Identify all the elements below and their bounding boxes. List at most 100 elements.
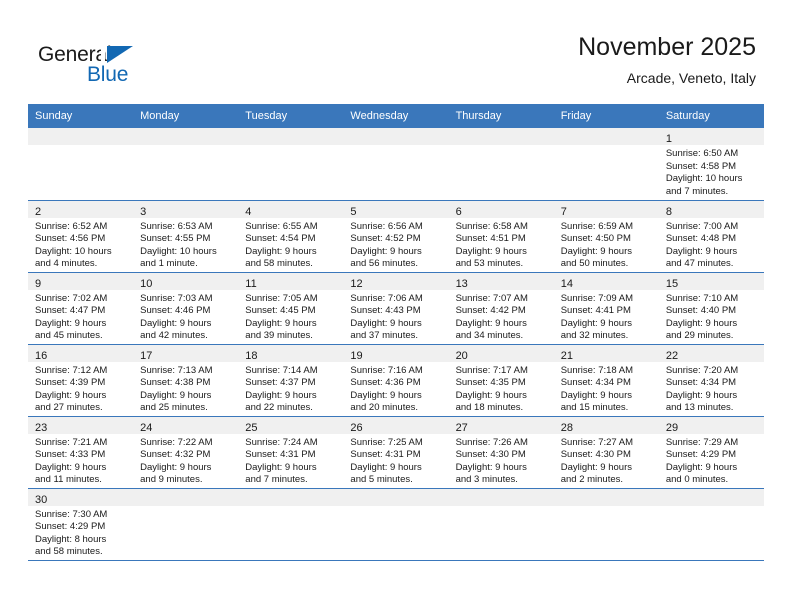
day-number-band [448,128,554,145]
sunrise-text: Sunrise: 6:59 AM [560,220,634,232]
calendar-day-cell[interactable]: 5 Sunrise: 6:56 AM Sunset: 4:52 PM Daylight… [343,200,449,273]
calendar-day-cell[interactable]: 28 Sunrise: 7:27 AM Sunset: 4:30 PM Dayligh… [553,416,659,489]
calendar-day-cell[interactable]: 25 Sunrise: 7:24 AM Sunset: 4:31 PM Dayligh… [238,416,344,489]
sunrise-text: Sunrise: 7:20 AM [665,364,739,376]
daylight-text-line1: Daylight: 9 hours [455,389,527,401]
calendar-day-cell[interactable]: 27 Sunrise: 7:26 AM Sunset: 4:30 PM Dayligh… [448,416,554,489]
calendar-day-cell[interactable]: 12 Sunrise: 7:06 AM Sunset: 4:43 PM Dayligh… [343,272,449,345]
calendar-day-cell[interactable]: 9 Sunrise: 7:02 AM Sunset: 4:47 PM Daylight… [28,272,134,345]
calendar-day-cell[interactable]: 24 Sunrise: 7:22 AM Sunset: 4:32 PM Dayligh… [133,416,239,489]
calendar-day-cell[interactable]: 20 Sunrise: 7:17 AM Sunset: 4:35 PM Dayligh… [448,344,554,417]
day-number-band: 10 [133,272,239,290]
daylight-text-line1: Daylight: 9 hours [350,245,422,257]
calendar-day-cell[interactable]: 23 Sunrise: 7:21 AM Sunset: 4:33 PM Dayligh… [28,416,134,489]
calendar-week-row: 9 Sunrise: 7:02 AM Sunset: 4:47 PM Daylight… [28,272,764,345]
calendar-day-cell[interactable]: 2 Sunrise: 6:52 AM Sunset: 4:56 PM Daylight… [28,200,134,273]
day-cell-body: Sunrise: 7:30 AM Sunset: 4:29 PM Daylight:… [28,506,133,559]
calendar-day-cell[interactable]: 8 Sunrise: 7:00 AM Sunset: 4:48 PM Daylight… [658,200,764,273]
day-cell-body: Sunrise: 7:22 AM Sunset: 4:32 PM Daylight:… [133,434,238,487]
daylight-text-line1: Daylight: 10 hours [665,173,743,185]
calendar-week-row: 1 Sunrise: 6:50 AM Sunset: 4:58 PM Daylight… [28,128,764,201]
daylight-text-line2: and 7 minutes. [665,185,729,197]
day-number: 30 [35,493,48,506]
day-number: 17 [140,349,153,362]
logo-flag-icon [107,46,133,63]
calendar-day-cell[interactable]: 17 Sunrise: 7:13 AM Sunset: 4:38 PM Dayligh… [133,344,239,417]
day-cell-body: Sunrise: 7:06 AM Sunset: 4:43 PM Daylight:… [343,290,448,343]
day-number-band [133,128,239,145]
day-number-band: 23 [28,416,134,434]
day-number: 2 [35,205,42,218]
calendar-day-cell[interactable]: 13 Sunrise: 7:07 AM Sunset: 4:42 PM Dayligh… [448,272,554,345]
daylight-text-line2: and 27 minutes. [35,402,103,414]
day-number-band: 8 [658,200,764,218]
daylight-text-line2: and 39 minutes. [245,330,313,342]
daylight-text-line2: and 53 minutes. [455,258,524,270]
calendar-day-cell[interactable]: 18 Sunrise: 7:14 AM Sunset: 4:37 PM Dayligh… [238,344,344,417]
sunset-text: Sunset: 4:30 PM [455,449,526,461]
calendar-day-cell[interactable]: 29 Sunrise: 7:29 AM Sunset: 4:29 PM Dayligh… [658,416,764,489]
daylight-text-line1: Daylight: 9 hours [350,317,422,329]
day-number-band: 2 [28,200,134,218]
day-cell-body: Sunrise: 7:14 AM Sunset: 4:37 PM Daylight:… [238,362,343,415]
daylight-text-line2: and 22 minutes. [245,402,313,414]
sunset-text: Sunset: 4:40 PM [665,305,737,317]
day-number: 1 [665,133,672,145]
day-number: 20 [455,349,468,362]
daylight-text-line2: and 20 minutes. [350,402,419,414]
daylight-text-line2: and 13 minutes. [665,402,734,414]
sunset-text: Sunset: 4:51 PM [455,233,526,245]
daylight-text-line1: Daylight: 10 hours [35,245,112,257]
general-blue-logo: General Blue [38,43,188,89]
calendar-page: General Blue November 2025 Arcade, Venet… [0,0,792,612]
day-cell-body: Sunrise: 6:55 AM Sunset: 4:54 PM Daylight:… [238,218,343,271]
sunset-text: Sunset: 4:47 PM [35,305,106,317]
day-cell-body: Sunrise: 7:03 AM Sunset: 4:46 PM Daylight:… [133,290,238,343]
sunset-text: Sunset: 4:43 PM [350,305,421,317]
calendar-day-cell[interactable]: 7 Sunrise: 6:59 AM Sunset: 4:50 PM Daylight… [553,200,659,273]
day-cell-body: Sunrise: 7:25 AM Sunset: 4:31 PM Daylight:… [343,434,448,487]
calendar-day-cell[interactable]: 21 Sunrise: 7:18 AM Sunset: 4:34 PM Dayligh… [553,344,659,417]
day-cell-body: Sunrise: 7:17 AM Sunset: 4:35 PM Daylight:… [449,362,554,415]
day-number: 9 [35,277,42,290]
daylight-text-line1: Daylight: 9 hours [665,317,738,329]
sunrise-text: Sunrise: 7:21 AM [35,436,108,448]
calendar-day-cell[interactable]: 16 Sunrise: 7:12 AM Sunset: 4:39 PM Dayligh… [28,344,134,417]
day-number-band: 1 [658,128,764,145]
sunrise-text: Sunrise: 7:17 AM [455,364,528,376]
daylight-text-line1: Daylight: 9 hours [35,389,107,401]
day-number: 5 [350,205,357,218]
daylight-text-line1: Daylight: 9 hours [245,389,317,401]
calendar-day-cell[interactable]: 4 Sunrise: 6:55 AM Sunset: 4:54 PM Daylight… [238,200,344,273]
day-number-band: 4 [238,200,344,218]
calendar-day-cell[interactable]: 19 Sunrise: 7:16 AM Sunset: 4:36 PM Dayligh… [343,344,449,417]
calendar-day-cell[interactable]: 22 Sunrise: 7:20 AM Sunset: 4:34 PM Dayligh… [658,344,764,417]
sunset-text: Sunset: 4:37 PM [245,377,316,389]
sunset-text: Sunset: 4:41 PM [560,305,631,317]
sunset-text: Sunset: 4:50 PM [560,233,631,245]
sunrise-text: Sunrise: 6:58 AM [455,220,528,232]
daylight-text-line2: and 25 minutes. [140,402,208,414]
sunrise-text: Sunrise: 7:26 AM [455,436,528,448]
day-number-band: 20 [448,344,554,362]
calendar-day-cell[interactable]: 14 Sunrise: 7:09 AM Sunset: 4:41 PM Dayligh… [553,272,659,345]
calendar-day-cell[interactable]: 11 Sunrise: 7:05 AM Sunset: 4:45 PM Dayligh… [238,272,344,345]
sunset-text: Sunset: 4:35 PM [455,377,526,389]
calendar-day-cell[interactable]: 26 Sunrise: 7:25 AM Sunset: 4:31 PM Dayligh… [343,416,449,489]
calendar-day-cell[interactable]: 30 Sunrise: 7:30 AM Sunset: 4:29 PM Dayligh… [28,488,134,561]
calendar-day-cell[interactable]: 15 Sunrise: 7:10 AM Sunset: 4:40 PM Dayligh… [658,272,764,345]
calendar-day-cell[interactable]: 6 Sunrise: 6:58 AM Sunset: 4:51 PM Daylight… [448,200,554,273]
day-number-band [553,128,659,145]
day-number-band: 13 [448,272,554,290]
calendar-day-cell[interactable]: 1 Sunrise: 6:50 AM Sunset: 4:58 PM Daylight… [658,128,764,201]
day-cell-body: Sunrise: 7:09 AM Sunset: 4:41 PM Daylight:… [554,290,659,343]
day-number-band [448,488,554,506]
day-number-band: 16 [28,344,134,362]
day-number-band: 5 [343,200,449,218]
weekday-header-saturday: Saturday [658,104,764,128]
sunrise-text: Sunrise: 7:12 AM [35,364,108,376]
calendar-cell-empty [448,488,554,561]
calendar-day-cell[interactable]: 10 Sunrise: 7:03 AM Sunset: 4:46 PM Dayligh… [133,272,239,345]
daylight-text-line2: and 42 minutes. [140,330,208,342]
calendar-day-cell[interactable]: 3 Sunrise: 6:53 AM Sunset: 4:55 PM Daylight… [133,200,239,273]
